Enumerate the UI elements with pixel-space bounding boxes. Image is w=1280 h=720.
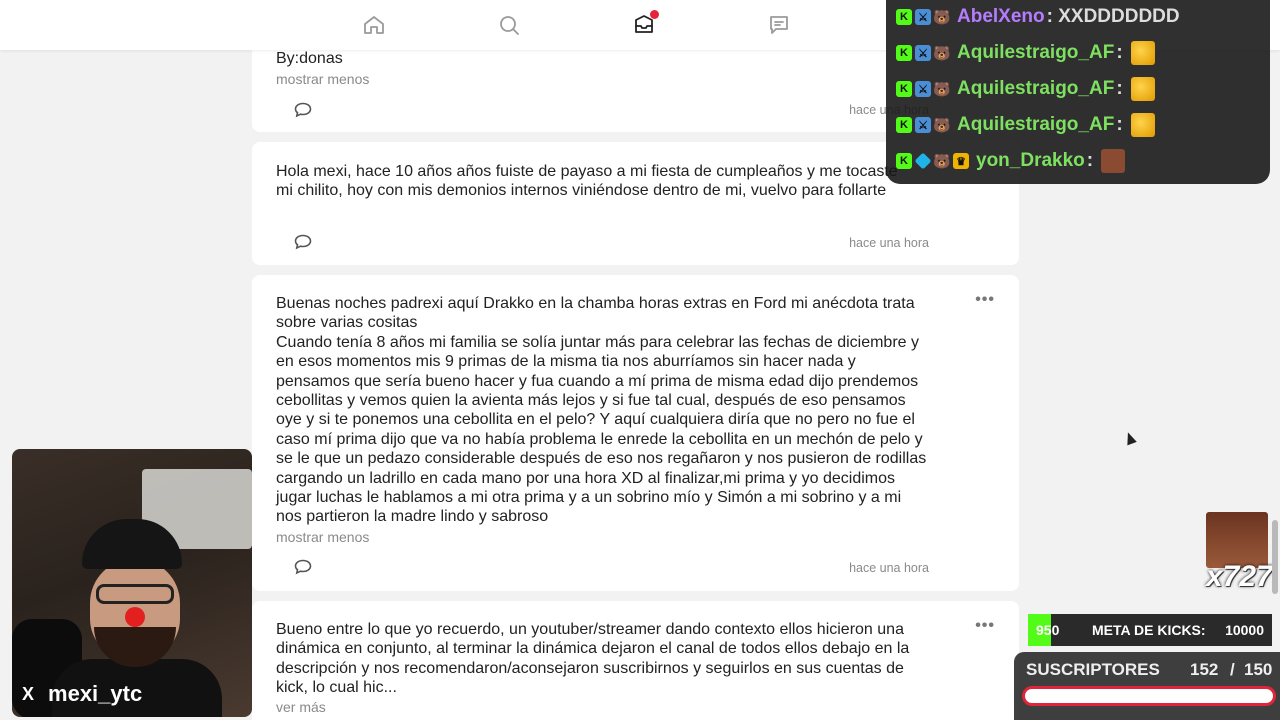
cube-badge-icon (914, 152, 932, 170)
search-icon[interactable] (497, 13, 521, 37)
stream-chat-overlay: K ⚔ 🐻 AbelXeno : XXDDDDDDD K ⚔ 🐻 Aquiles… (886, 0, 1270, 184)
thinking-emote-icon (1130, 113, 1155, 137)
streamer-handle: X mexi_ytc (22, 681, 142, 707)
kick-badge-icon: K (896, 45, 912, 61)
sword-badge-icon: ⚔ (915, 45, 931, 61)
comment-icon[interactable] (294, 102, 312, 118)
face-emote-icon (1101, 149, 1126, 173)
chat-message: K ⚔ 🐻 AbelXeno : XXDDDDDDD (896, 4, 1180, 30)
chat-username: Aquilestraigo_AF (957, 78, 1115, 99)
kicks-goal-bar: 950 META DE KICKS: 10000 (1028, 614, 1272, 646)
chat-text: : (1086, 150, 1094, 171)
post-card: ••• Buenas noches padrexi aquí Drakko en… (252, 275, 1019, 591)
bear-badge-icon: 🐻 (933, 80, 951, 97)
post-text: Hola mexi, hace 10 años años fuiste de p… (276, 163, 898, 200)
kicks-goal-target: 10000 (1225, 622, 1264, 638)
post-text: Buenas noches padrexi aquí Drakko en la … (276, 295, 927, 526)
messages-icon[interactable] (767, 13, 791, 37)
subscribers-progress-bar (1022, 686, 1276, 706)
bear-badge-icon: 🐻 (933, 116, 951, 133)
post-timestamp: hace una hora (849, 236, 929, 250)
chat-username: Aquilestraigo_AF (957, 114, 1115, 135)
post-text: Bueno entre lo que yo recuerdo, un youtu… (276, 621, 910, 697)
chat-text: : XXDDDDDDD (1046, 6, 1180, 27)
thinking-emote-icon (1130, 41, 1155, 65)
chat-text: : (1116, 114, 1123, 135)
post-card: ••• Bueno entre lo que yo recuerdo, un y… (252, 601, 1019, 720)
clown-nose (125, 607, 145, 627)
kicks-emote-widget: x727 (1206, 512, 1273, 593)
subscribers-current: 152 (1190, 660, 1219, 679)
show-less-link[interactable]: mostrar menos (276, 529, 369, 545)
subscribers-separator: / (1230, 660, 1235, 679)
bear-badge-icon: 🐻 (933, 8, 951, 25)
subscribers-goal: 150 (1244, 660, 1273, 679)
more-options-button[interactable]: ••• (975, 617, 995, 635)
chat-message: K ⚔ 🐻 Aquilestraigo_AF : (896, 112, 1155, 138)
crown-badge-icon: ♛ (953, 153, 969, 169)
chat-message: K ⚔ 🐻 Aquilestraigo_AF : (896, 40, 1155, 66)
comment-icon[interactable] (294, 234, 312, 250)
show-more-link[interactable]: ver más (276, 699, 326, 715)
x-logo-icon: X (22, 683, 35, 704)
kick-badge-icon: K (896, 81, 912, 97)
home-icon[interactable] (362, 13, 386, 37)
kicks-current: 950 (1036, 622, 1060, 638)
page-scrollbar[interactable] (1272, 520, 1278, 594)
webcam-overlay: X mexi_ytc (12, 449, 252, 717)
bear-badge-icon: 🐻 (933, 152, 951, 169)
post-timestamp: hace una hora (849, 561, 929, 575)
subscribers-goal-widget: SUSCRIPTORES 152 / 150 (1014, 652, 1280, 720)
show-less-link[interactable]: mostrar menos (276, 71, 369, 87)
inbox-icon[interactable] (632, 10, 659, 37)
sword-badge-icon: ⚔ (915, 9, 931, 25)
kick-badge-icon: K (896, 9, 912, 25)
chat-username: yon_Drakko (976, 150, 1085, 171)
kicks-multiplier: x727 (1206, 560, 1273, 593)
chat-message: K 🐻 ♛ yon_Drakko : (896, 148, 1126, 174)
kicks-goal-label: META DE KICKS: (1092, 622, 1206, 638)
streamer-handle-text: mexi_ytc (48, 681, 143, 706)
sword-badge-icon: ⚔ (915, 81, 931, 97)
post-text: By:donas (276, 50, 343, 67)
chat-text: : (1116, 42, 1123, 63)
chat-username: AbelXeno (957, 6, 1045, 27)
subscribers-label: SUSCRIPTORES (1026, 660, 1160, 679)
kick-badge-icon: K (896, 153, 912, 169)
streamer-glasses (96, 584, 174, 604)
more-options-button[interactable]: ••• (975, 291, 995, 309)
chat-username: Aquilestraigo_AF (957, 42, 1115, 63)
comment-icon[interactable] (294, 559, 312, 575)
chat-message: K ⚔ 🐻 Aquilestraigo_AF : (896, 76, 1155, 102)
notification-dot (650, 10, 659, 19)
thinking-emote-icon (1130, 77, 1155, 101)
bear-badge-icon: 🐻 (933, 44, 951, 61)
chat-text: : (1116, 78, 1123, 99)
sword-badge-icon: ⚔ (915, 117, 931, 133)
mouse-cursor-icon (1123, 430, 1137, 446)
kick-badge-icon: K (896, 117, 912, 133)
